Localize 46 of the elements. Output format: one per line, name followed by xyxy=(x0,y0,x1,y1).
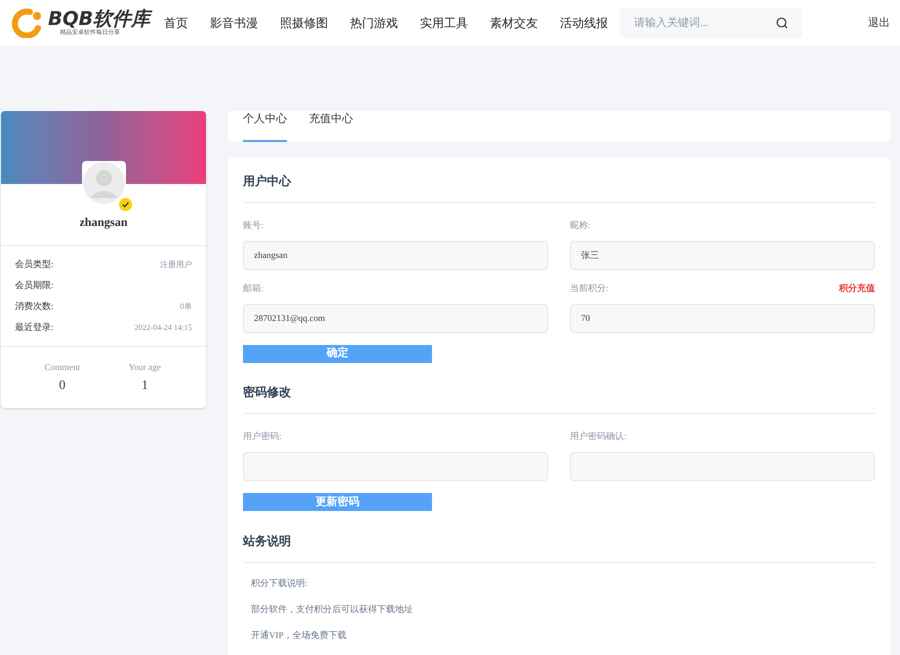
input-field[interactable] xyxy=(243,452,548,481)
field-label: 邮箱: xyxy=(243,282,264,294)
nav-link[interactable]: 影音书漫 xyxy=(210,14,258,32)
field-label: 用户密码确认: xyxy=(570,430,627,442)
info-value: 注册用户 xyxy=(160,258,192,270)
stat-value: 0 xyxy=(59,376,66,394)
recharge-link[interactable]: 积分充值 xyxy=(839,282,875,294)
input-field[interactable]: 70 xyxy=(570,304,875,332)
username: zhangsan xyxy=(79,214,128,231)
search-icon[interactable] xyxy=(776,17,788,29)
notice-text: 开通VIP，全场免费下载 xyxy=(251,628,348,640)
nav-link[interactable]: 活动线报 xyxy=(560,14,608,32)
logo-text: BQB软件库 xyxy=(48,10,150,29)
section-title: 站务说明 xyxy=(243,516,875,562)
nav-link[interactable]: 素材交友 xyxy=(490,14,538,32)
stat-label: Comment xyxy=(44,361,80,374)
notice-text: 积分下载说明: xyxy=(251,576,309,588)
tab[interactable]: 充值中心 xyxy=(309,111,353,142)
avatar-icon xyxy=(82,162,124,204)
notice-text: 部分软件，支付积分后可以获得下载地址 xyxy=(251,602,414,614)
tab[interactable]: 个人中心 xyxy=(243,111,287,142)
nav-link[interactable]: 首页 xyxy=(164,14,188,32)
info-label: 最近登录: xyxy=(15,320,54,334)
stat-label: Your age xyxy=(128,361,161,374)
input-field[interactable]: zhangsan xyxy=(243,240,548,270)
nav-link[interactable]: 热门游戏 xyxy=(350,14,398,32)
info-value: 0单 xyxy=(180,300,192,312)
nav-link[interactable]: 照摄修图 xyxy=(280,14,328,32)
nav-link[interactable]: 实用工具 xyxy=(420,14,468,32)
field-label: 当前积分: xyxy=(570,282,609,294)
logo-icon xyxy=(10,8,44,38)
info-label: 会员期限: xyxy=(15,278,54,292)
input-field[interactable]: 28702131@qq.com xyxy=(243,304,548,332)
section-title: 密码修改 xyxy=(243,368,875,414)
section-title: 用户中心 xyxy=(243,156,875,202)
input-field[interactable]: 张三 xyxy=(570,240,875,270)
info-label: 会员类型: xyxy=(15,258,54,271)
search-field[interactable]: 请输入关键词... xyxy=(620,8,802,38)
field-label: 账号: xyxy=(243,218,264,230)
info-label: 消费次数: xyxy=(15,300,54,313)
logout-link[interactable]: 退出 xyxy=(868,14,890,32)
field-label: 用户密码: xyxy=(243,430,282,442)
stat-value: 1 xyxy=(142,376,148,394)
info-value: 2022-04-24 14:15 xyxy=(134,322,192,334)
input-field[interactable] xyxy=(570,452,875,481)
field-label: 昵称: xyxy=(570,218,591,230)
